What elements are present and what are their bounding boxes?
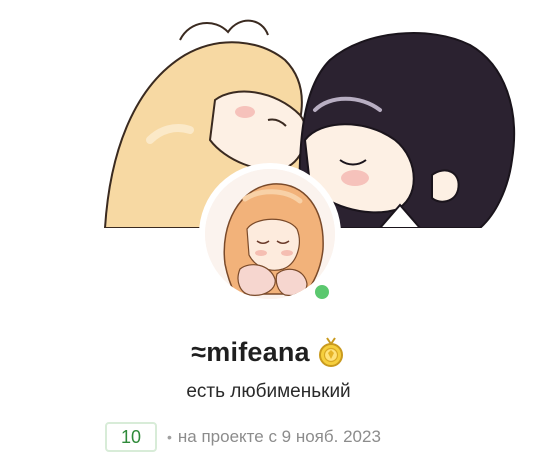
- online-status-indicator: [312, 282, 332, 302]
- level-badge[interactable]: 10: [105, 422, 157, 452]
- avatar[interactable]: [205, 169, 335, 299]
- gold-medal-icon[interactable]: [316, 336, 346, 368]
- member-since-text: на проекте с 9 нояб. 2023: [177, 427, 381, 446]
- bullet-separator: •: [167, 429, 172, 445]
- profile-meta-row: 10 • на проекте с 9 нояб. 2023: [105, 421, 381, 453]
- level-value: 10: [120, 426, 142, 447]
- member-since: • на проекте с 9 нояб. 2023: [167, 427, 381, 447]
- username-row: ≈mifeana: [0, 332, 537, 372]
- username: ≈mifeana: [191, 336, 310, 367]
- profile-status-text: есть любименький: [186, 381, 351, 402]
- profile-page: ≈mifeana есть любименький 10 • на проект…: [0, 0, 537, 465]
- avatar-frame: [199, 163, 341, 305]
